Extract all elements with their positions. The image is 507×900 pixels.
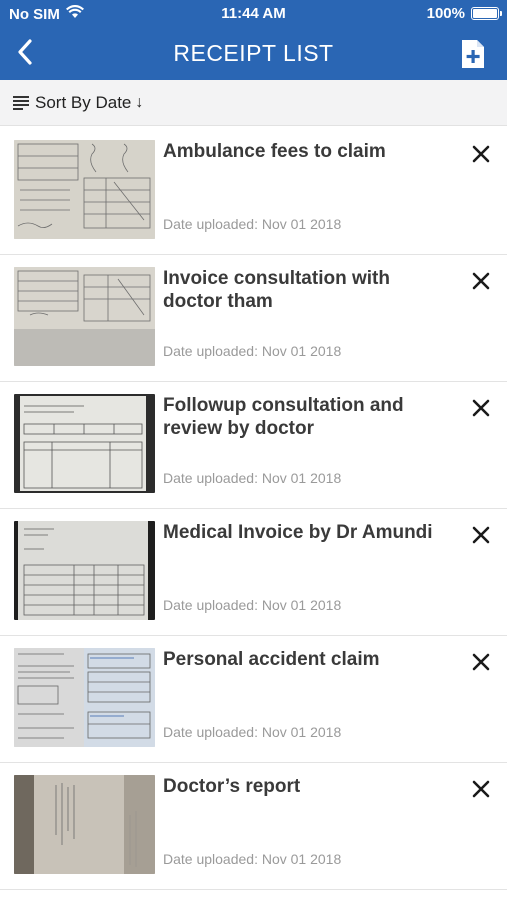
- receipt-date: Date uploaded: Nov 01 2018: [163, 470, 342, 486]
- app-header: No SIM 11:44 AM 100% RECEIPT LIST: [0, 0, 507, 80]
- close-icon: [472, 526, 490, 544]
- delete-receipt-button[interactable]: [469, 269, 493, 293]
- close-icon: [472, 780, 490, 798]
- delete-receipt-button[interactable]: [469, 142, 493, 166]
- add-document-icon: [462, 40, 484, 68]
- nav-bar: RECEIPT LIST: [0, 28, 507, 80]
- receipt-date: Date uploaded: Nov 01 2018: [163, 724, 342, 740]
- add-receipt-button[interactable]: [459, 38, 487, 70]
- delete-receipt-button[interactable]: [469, 777, 493, 801]
- receipt-title: Ambulance fees to claim: [163, 141, 386, 162]
- receipt-title: Followup consultation and review by doct…: [163, 395, 404, 439]
- delete-receipt-button[interactable]: [469, 650, 493, 674]
- receipt-title: Medical Invoice by Dr Amundi: [163, 522, 433, 543]
- receipt-row[interactable]: Invoice consultation with doctor tham Da…: [0, 255, 507, 382]
- sort-direction-icon: ↓: [135, 93, 144, 111]
- receipt-title: Doctor’s report: [163, 776, 301, 797]
- receipt-thumbnail: [14, 521, 155, 620]
- battery-icon: [471, 7, 502, 20]
- status-bar: No SIM 11:44 AM 100%: [0, 0, 507, 28]
- receipt-thumbnail: [14, 648, 155, 747]
- close-icon: [472, 653, 490, 671]
- close-icon: [472, 145, 490, 163]
- page-title: RECEIPT LIST: [173, 40, 334, 66]
- sort-lines-icon: [13, 95, 29, 110]
- sort-control[interactable]: Sort By Date ↓: [0, 80, 507, 126]
- receipt-row[interactable]: Followup consultation and review by doct…: [0, 382, 507, 509]
- close-icon: [472, 399, 490, 417]
- receipt-date: Date uploaded: Nov 01 2018: [163, 851, 342, 867]
- receipt-thumbnail: [14, 267, 155, 366]
- receipt-date: Date uploaded: Nov 01 2018: [163, 597, 342, 613]
- receipt-title: Personal accident claim: [163, 649, 380, 670]
- delete-receipt-button[interactable]: [469, 396, 493, 420]
- receipt-date: Date uploaded: Nov 01 2018: [163, 216, 342, 232]
- receipt-date: Date uploaded: Nov 01 2018: [163, 343, 342, 359]
- sort-label: Sort By Date: [35, 92, 132, 112]
- receipt-row[interactable]: Personal accident claim Date uploaded: N…: [0, 636, 507, 763]
- receipt-thumbnail: [14, 775, 155, 874]
- status-right: 100%: [426, 5, 502, 22]
- close-icon: [472, 272, 490, 290]
- receipt-row[interactable]: Ambulance fees to claim Date uploaded: N…: [0, 128, 507, 255]
- receipt-row[interactable]: Medical Invoice by Dr Amundi Date upload…: [0, 509, 507, 636]
- battery-percent: 100%: [426, 5, 465, 22]
- receipt-row[interactable]: Doctor’s report Date uploaded: Nov 01 20…: [0, 763, 507, 890]
- receipt-thumbnail: [14, 394, 155, 493]
- receipt-list: Ambulance fees to claim Date uploaded: N…: [0, 128, 507, 890]
- receipt-thumbnail: [14, 140, 155, 239]
- delete-receipt-button[interactable]: [469, 523, 493, 547]
- receipt-title: Invoice consultation with doctor tham: [163, 268, 390, 312]
